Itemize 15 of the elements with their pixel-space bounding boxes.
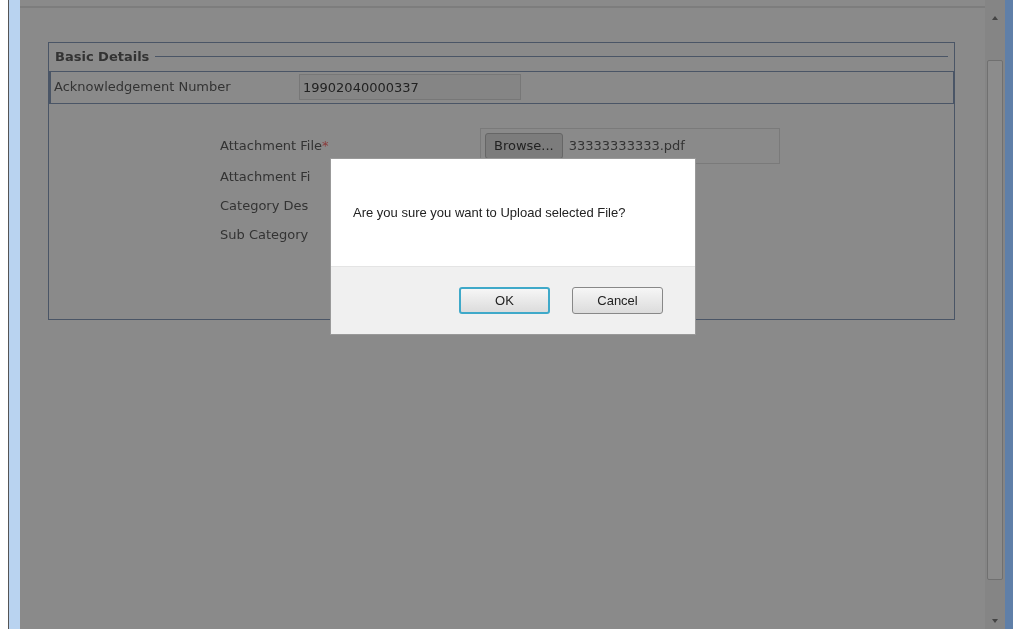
dialog-button[interactable]: OK <box>459 287 550 314</box>
dialog-message: Are you sure you want to Upload selected File? <box>353 203 626 222</box>
scroll-down-icon[interactable] <box>992 619 998 623</box>
file-name: 33333333333.pdf <box>568 136 685 155</box>
section-title: Basic Details <box>55 48 150 66</box>
field-label: Acknowledgement Number <box>54 78 232 97</box>
field-label: Attachment Fi <box>220 167 311 186</box>
dialog-button[interactable]: Cancel <box>572 287 663 314</box>
acknowledgement-input[interactable]: 19902040000337 <box>299 74 521 100</box>
field-label: Sub Category <box>220 225 309 244</box>
scrollbar[interactable] <box>985 0 1005 629</box>
field-label: Category Des <box>220 196 309 215</box>
browse-button[interactable]: Browse... <box>485 132 563 159</box>
field-label: Attachment File* <box>220 136 330 155</box>
scroll-up-icon[interactable] <box>992 16 998 20</box>
